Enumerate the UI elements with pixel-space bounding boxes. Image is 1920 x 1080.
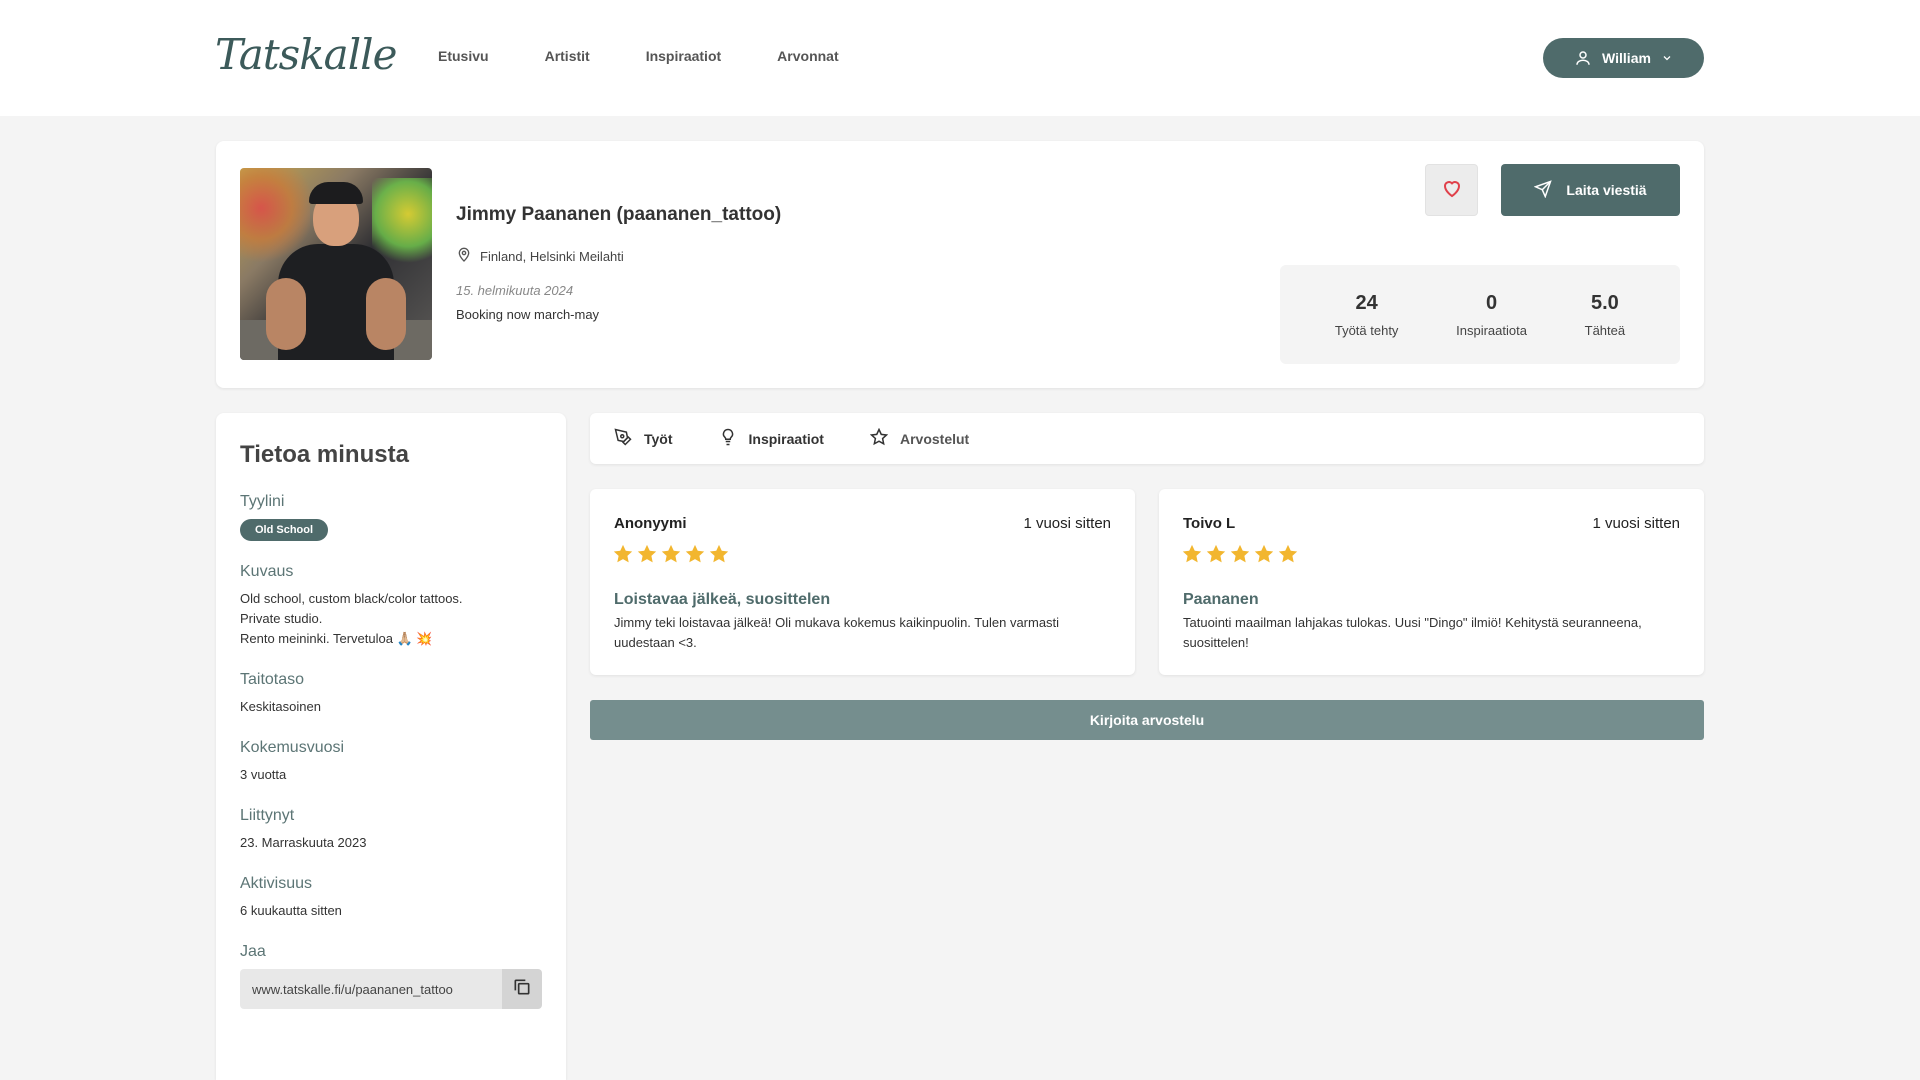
nav-item-artistit[interactable]: Artistit: [545, 48, 590, 64]
review-title: Paananen: [1183, 591, 1259, 608]
review-stars: [1181, 543, 1299, 570]
send-message-button[interactable]: Laita viestiä: [1501, 164, 1680, 216]
review-title: Loistavaa jälkeä, suosittelen: [614, 591, 831, 608]
about-card: Tietoa minusta Tyylini Old School Kuvaus…: [216, 413, 566, 1080]
favorite-button[interactable]: [1425, 164, 1478, 216]
joined-label: Liittynyt: [240, 807, 295, 824]
write-review-button[interactable]: Kirjoita arvostelu: [590, 700, 1704, 740]
stat-label: Työtä tehty: [1334, 322, 1399, 338]
review-time: 1 vuosi sitten: [1023, 515, 1111, 532]
stat-label: Inspiraatiota: [1456, 322, 1527, 338]
nav-item-arvonnat[interactable]: Arvonnat: [777, 48, 838, 64]
copy-icon: [512, 977, 532, 1002]
star-outline-icon: [869, 427, 889, 449]
share-label: Jaa: [240, 943, 266, 960]
star-icon: [1181, 543, 1203, 570]
tab-inspiraatiot[interactable]: Inspiraatiot: [719, 428, 824, 449]
style-label: Tyylini: [240, 493, 285, 510]
review-card: Toivo L 1 vuosi sitten Paananen Tatuoint…: [1159, 489, 1704, 675]
stat-value: 24: [1355, 291, 1378, 314]
stat-inspirations: 0 Inspiraatiota: [1456, 292, 1527, 338]
location: Finland, Helsinki Meilahti: [456, 247, 624, 266]
user-name: William: [1602, 50, 1651, 66]
artist-name: Jimmy Paananen (paananen_tattoo): [456, 204, 782, 225]
user-icon: [1574, 49, 1592, 67]
profile-tabs: Työt Inspiraatiot Arvostelut: [590, 413, 1704, 464]
review-author: Toivo L: [1183, 515, 1236, 532]
share-box: www.tatskalle.fi/u/paananen_tattoo: [240, 969, 542, 1009]
chevron-down-icon: [1661, 52, 1673, 64]
skill-label: Taitotaso: [240, 671, 305, 688]
star-icon: [1205, 543, 1227, 570]
style-tag: Old School: [240, 519, 329, 541]
lightbulb-icon: [719, 428, 737, 449]
review-stars: [612, 543, 730, 570]
review-card: Anonyymi 1 vuosi sitten Loistavaa jälkeä…: [590, 489, 1135, 675]
about-title: Tietoa minusta: [240, 441, 409, 468]
review-text: Tatuointi maailman lahjakas tulokas. Uus…: [1183, 615, 1642, 650]
star-icon: [1277, 543, 1299, 570]
profile-date: 15. helmikuuta 2024: [456, 283, 574, 298]
send-icon: [1533, 179, 1553, 201]
activity-label: Aktivisuus: [240, 875, 313, 892]
stat-label: Tähteä: [1584, 322, 1626, 338]
star-icon: [1253, 543, 1275, 570]
stat-value: 5.0: [1590, 291, 1619, 314]
stat-works: 24 Työtä tehty: [1335, 292, 1399, 338]
review-text: Jimmy teki loistavaa jälkeä! Oli mukava …: [614, 615, 1060, 650]
skill-value: Keskitasoinen: [240, 699, 321, 714]
tab-arvostelut[interactable]: Arvostelut: [869, 427, 970, 449]
heart-icon: [1440, 176, 1464, 205]
nav-item-inspiraatiot[interactable]: Inspiraatiot: [646, 48, 721, 64]
stat-value: 0: [1485, 291, 1498, 314]
experience-value: 3 vuotta: [240, 767, 287, 782]
share-url[interactable]: www.tatskalle.fi/u/paananen_tattoo: [240, 969, 502, 1009]
avatar: [240, 168, 432, 360]
top-header: Tatskalle Etusivu Artistit Inspiraatiot …: [0, 0, 1920, 116]
description-label: Kuvaus: [240, 563, 294, 580]
description-line: Private studio.: [240, 611, 323, 626]
booking-status: Booking now march-may: [456, 307, 600, 322]
location-text: Finland, Helsinki Meilahti: [480, 249, 624, 264]
nav-item-etusivu[interactable]: Etusivu: [438, 48, 489, 64]
main-nav: Etusivu Artistit Inspiraatiot Arvonnat: [438, 48, 839, 64]
star-icon: [708, 543, 730, 570]
star-icon: [660, 543, 682, 570]
review-time: 1 vuosi sitten: [1592, 515, 1680, 532]
activity-value: 6 kuukautta sitten: [240, 903, 342, 918]
tab-label: Arvostelut: [899, 430, 970, 447]
tab-label: Inspiraatiot: [748, 430, 824, 447]
star-icon: [636, 543, 658, 570]
profile-stats: 24 Työtä tehty 0 Inspiraatiota 5.0 Tähte…: [1280, 265, 1680, 364]
description-line: Rento meininki. Tervetuloa 🙏🏼 💥: [240, 631, 433, 646]
map-pin-icon: [456, 247, 472, 266]
copy-button[interactable]: [502, 969, 542, 1009]
joined-value: 23. Marraskuuta 2023: [240, 835, 367, 850]
star-icon: [1229, 543, 1251, 570]
star-icon: [684, 543, 706, 570]
send-message-label: Laita viestiä: [1566, 182, 1647, 198]
tab-tyot[interactable]: Työt: [614, 428, 673, 449]
tab-label: Työt: [644, 430, 673, 447]
experience-label: Kokemusvuosi: [240, 739, 345, 756]
description-line: Old school, custom black/color tattoos.: [240, 591, 463, 606]
user-menu-button[interactable]: William: [1543, 38, 1704, 78]
description-text: Old school, custom black/color tattoos. …: [240, 589, 542, 649]
stat-stars: 5.0 Tähteä: [1585, 292, 1625, 338]
profile-card: Jimmy Paananen (paananen_tattoo) Finland…: [216, 141, 1704, 388]
logo[interactable]: Tatskalle: [215, 30, 397, 79]
review-author: Anonyymi: [614, 515, 687, 532]
pen-tool-icon: [614, 428, 632, 449]
star-icon: [612, 543, 634, 570]
